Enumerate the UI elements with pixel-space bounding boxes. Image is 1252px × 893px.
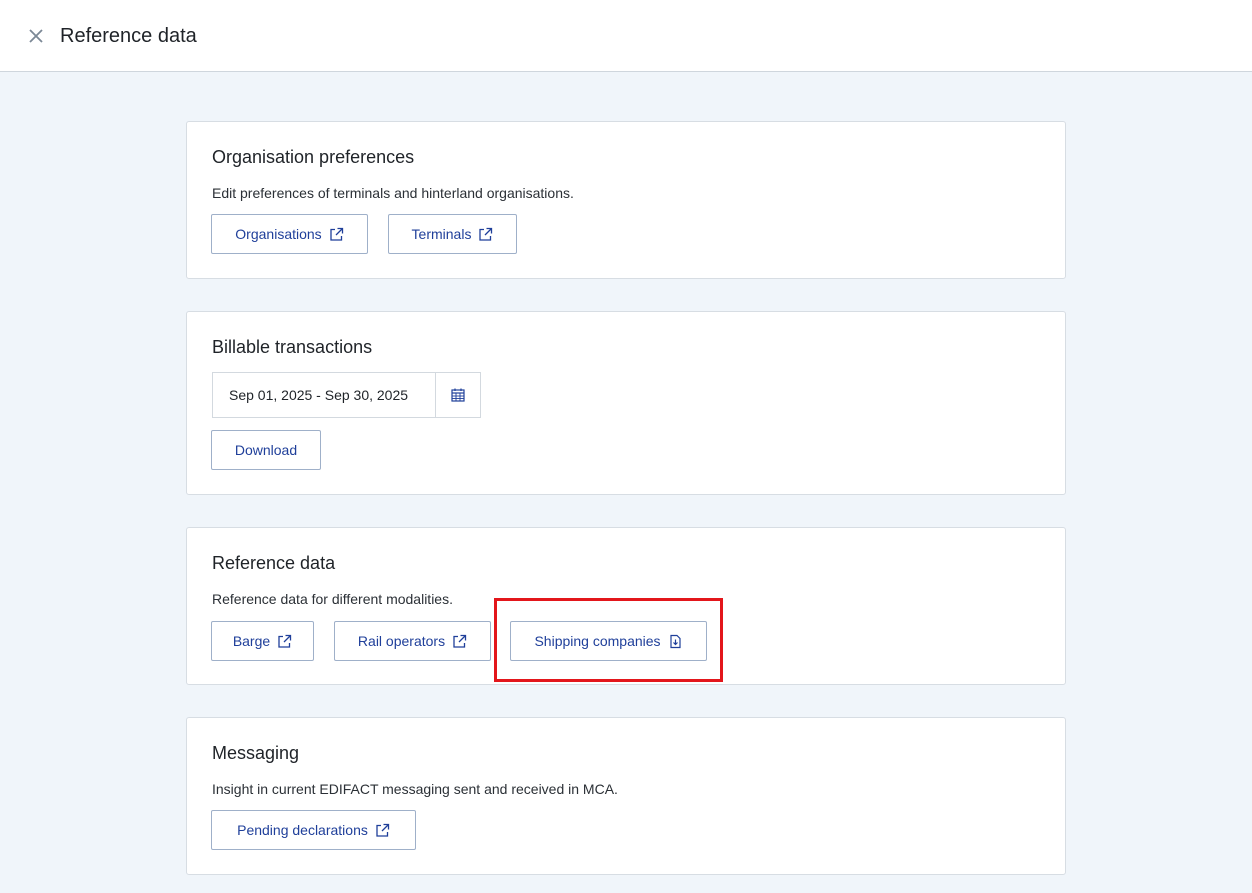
top-bar: Reference data xyxy=(0,0,1252,72)
rail-operators-button[interactable]: Rail operators xyxy=(334,621,491,661)
close-icon xyxy=(29,29,43,43)
button-label: Pending declarations xyxy=(237,822,368,838)
billable-transactions-card: Billable transactions Sep 01, 2025 - Sep… xyxy=(186,311,1066,495)
external-link-icon xyxy=(277,634,292,649)
button-label: Shipping companies xyxy=(534,633,661,649)
terminals-button[interactable]: Terminals xyxy=(388,214,517,254)
date-range-input[interactable]: Sep 01, 2025 - Sep 30, 2025 xyxy=(213,373,436,417)
button-label: Rail operators xyxy=(357,633,446,649)
pending-declarations-button[interactable]: Pending declarations xyxy=(211,810,416,850)
date-range-picker: Sep 01, 2025 - Sep 30, 2025 xyxy=(212,372,481,418)
calendar-button[interactable] xyxy=(436,373,480,417)
organisation-preferences-card: Organisation preferences Edit preference… xyxy=(186,121,1066,279)
card-title: Reference data xyxy=(212,553,336,573)
external-link-icon xyxy=(478,227,493,242)
file-download-icon xyxy=(668,634,683,649)
button-label: Terminals xyxy=(411,226,472,242)
reference-data-card: Reference data Reference data for differ… xyxy=(186,527,1066,685)
organisations-button[interactable]: Organisations xyxy=(211,214,368,254)
card-description: Edit preferences of terminals and hinter… xyxy=(212,185,574,201)
barge-button[interactable]: Barge xyxy=(211,621,314,661)
page-title: Reference data xyxy=(60,25,197,47)
external-link-icon xyxy=(375,823,390,838)
calendar-icon xyxy=(451,388,465,402)
download-button[interactable]: Download xyxy=(211,430,321,470)
card-title: Messaging xyxy=(212,743,300,763)
close-button[interactable] xyxy=(26,26,46,46)
card-description: Reference data for different modalities. xyxy=(212,591,453,607)
messaging-card: Messaging Insight in current EDIFACT mes… xyxy=(186,717,1066,875)
card-description: Insight in current EDIFACT messaging sen… xyxy=(212,781,618,797)
button-label: Barge xyxy=(232,633,271,649)
external-link-icon xyxy=(329,227,344,242)
button-label: Download xyxy=(234,442,298,458)
external-link-icon xyxy=(452,634,467,649)
button-label: Organisations xyxy=(235,226,322,242)
card-title: Organisation preferences xyxy=(212,147,415,167)
shipping-companies-button[interactable]: Shipping companies xyxy=(510,621,707,661)
card-title: Billable transactions xyxy=(212,337,373,357)
